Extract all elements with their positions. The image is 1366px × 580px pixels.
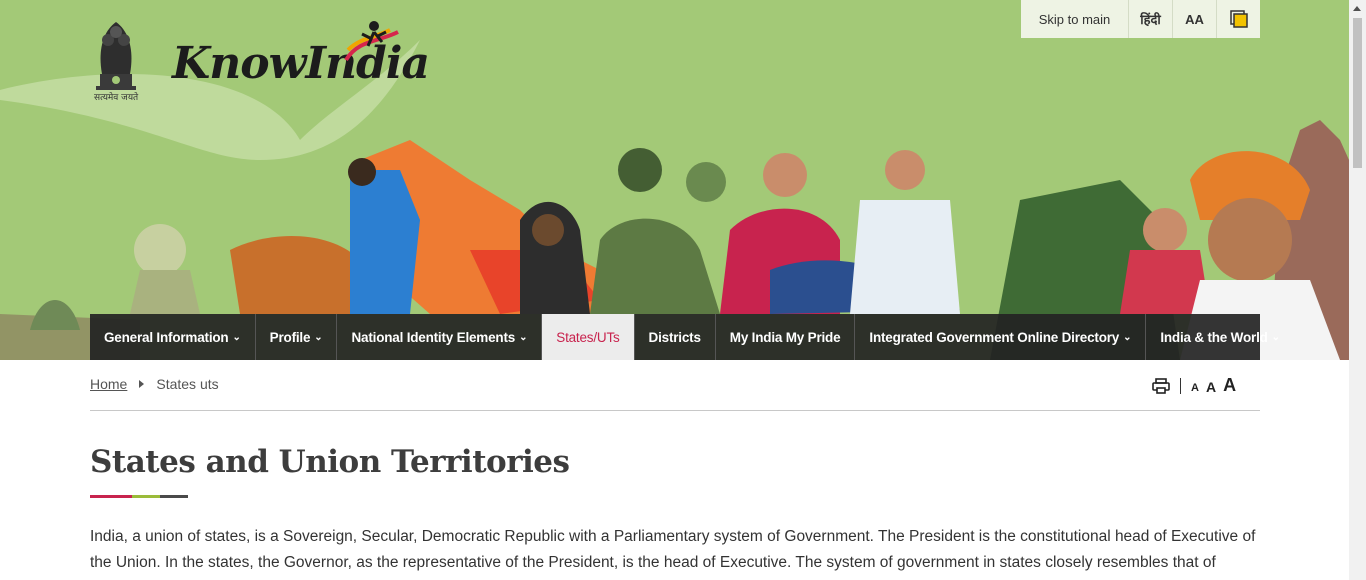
page-scrollbar[interactable]: [1349, 0, 1366, 580]
font-size-icon[interactable]: AA: [1172, 0, 1216, 38]
skip-to-main-link[interactable]: Skip to main: [1021, 0, 1128, 38]
chevron-down-icon: ⌄: [1271, 331, 1280, 343]
nav-states-uts[interactable]: States/UTs: [542, 314, 635, 360]
logo-figure-icon: [344, 21, 399, 62]
nav-india-and-the-world[interactable]: India & the World ⌄: [1146, 314, 1294, 360]
contrast-button[interactable]: [1216, 0, 1260, 38]
utility-bar: Skip to main हिंदी AA: [1021, 0, 1260, 38]
nav-label: Districts: [648, 329, 701, 345]
nav-label: My India My Pride: [729, 329, 841, 345]
nav-label: National Identity Elements: [351, 329, 516, 345]
chevron-down-icon: ⌄: [519, 331, 528, 343]
nav-integrated-government-online-directory[interactable]: Integrated Government Online Directory ⌄: [855, 314, 1147, 360]
nav-label: General Information: [104, 329, 229, 345]
title-underline: [90, 495, 188, 498]
intro-paragraph: India, a union of states, is a Sovereign…: [90, 528, 1256, 571]
breadcrumb-separator-icon: [139, 380, 145, 388]
main-navigation: General Information ⌄ Profile ⌄ National I…: [90, 314, 1280, 360]
breadcrumb-divider: [90, 410, 1260, 411]
scrollbar-thumb[interactable]: [1353, 18, 1362, 168]
breadcrumb-home-link[interactable]: Home: [90, 376, 127, 392]
nav-profile[interactable]: Profile ⌄: [256, 314, 338, 360]
tools-divider: [1180, 378, 1181, 394]
chevron-down-icon: ⌄: [1123, 331, 1132, 343]
nav-label: States/UTs: [556, 329, 620, 345]
scroll-up-arrow-icon[interactable]: [1353, 6, 1361, 11]
contrast-icon: [1229, 10, 1248, 28]
hindi-language-link[interactable]: हिंदी: [1128, 0, 1172, 38]
page-tools: A A A: [1152, 372, 1243, 394]
underline-segment-red: [90, 495, 132, 498]
nav-districts[interactable]: Districts: [635, 314, 716, 360]
national-emblem-icon: [96, 22, 136, 90]
nav-label: Profile: [269, 329, 311, 345]
font-increase-button[interactable]: A: [1223, 376, 1236, 394]
nav-label: India & the World: [1160, 329, 1268, 345]
underline-segment-green: [132, 495, 160, 498]
chevron-down-icon: ⌄: [314, 331, 323, 343]
breadcrumb: Home States uts: [90, 376, 219, 392]
nav-my-india-my-pride[interactable]: My India My Pride: [716, 314, 856, 360]
print-icon[interactable]: [1152, 378, 1170, 394]
header-banner: सत्यमेव जयते KnowIndia: [0, 0, 1349, 360]
underline-segment-dark: [160, 495, 188, 498]
breadcrumb-current: States uts: [156, 376, 219, 392]
font-decrease-button[interactable]: A: [1191, 383, 1199, 394]
nav-national-identity-elements[interactable]: National Identity Elements ⌄: [337, 314, 543, 360]
nav-general-information[interactable]: General Information ⌄: [90, 314, 256, 360]
font-normal-button[interactable]: A: [1206, 380, 1216, 394]
page-title: States and Union Territories: [90, 444, 570, 480]
nav-label: Integrated Government Online Directory: [869, 329, 1120, 345]
chevron-down-icon: ⌄: [232, 331, 241, 343]
